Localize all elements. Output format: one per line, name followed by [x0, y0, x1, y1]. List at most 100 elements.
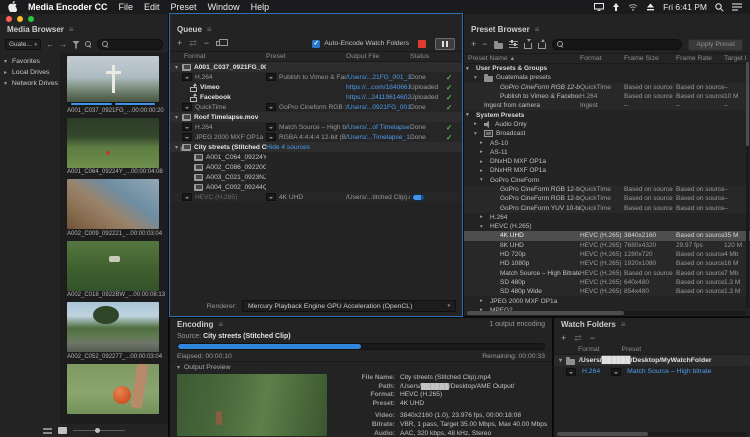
queue-row[interactable]: ▾ A001_C037_0921FG_001.mov	[170, 62, 462, 72]
preset-row[interactable]: SD 480p Wide HEVC (H.265) 854x480 Based …	[464, 287, 750, 296]
group-expand-chevron[interactable]: ▾	[466, 66, 473, 72]
preset-search-input[interactable]	[552, 39, 683, 50]
group-expand-chevron[interactable]: ▾	[474, 75, 481, 81]
menubar-menu[interactable]: File	[119, 2, 134, 12]
format-dropdown[interactable]	[182, 103, 192, 111]
preset-row[interactable]: ▾ Broadcast	[464, 129, 750, 138]
notification-center-icon[interactable]	[732, 3, 742, 11]
encoding-title-row[interactable]: Encoding ≡ 1 output encoding	[170, 318, 552, 331]
menubar-menu[interactable]: Help	[251, 2, 270, 12]
preset-row[interactable]: Ingest from camera Ingest – – –	[464, 101, 750, 110]
format-dropdown[interactable]	[182, 133, 192, 141]
media-search-input[interactable]	[97, 39, 163, 50]
preset-row[interactable]: ▸ DNxHD MXF OP1a	[464, 157, 750, 166]
column-target-rate[interactable]: Target Ra	[724, 55, 746, 62]
preset-dropdown[interactable]	[266, 73, 276, 81]
column-preset-name[interactable]: Preset Name ▲	[468, 55, 580, 62]
preset-row[interactable]: HD 1080p HEVC (H.265) 1920x1080 Based on…	[464, 259, 750, 268]
group-expand-chevron[interactable]: ▸	[480, 214, 487, 220]
panel-menu-icon[interactable]: ≡	[207, 25, 212, 34]
queue-row[interactable]: JPEG 2000 MXF OP1a RGBA 4:4:4:4 12-bit (…	[170, 132, 462, 142]
preset-row[interactable]: HD 720p HEVC (H.265) 1280x720 Based on s…	[464, 250, 750, 259]
queue-row[interactable]: A001_C064_09224Y_001	[170, 152, 462, 162]
menubar-menu[interactable]: Preset	[171, 2, 197, 12]
display-menu-icon[interactable]	[594, 3, 604, 11]
queue-row[interactable]: H.264 Publish to Vimeo & Face... /Users/…	[170, 72, 462, 82]
preset-row[interactable]: ▾ System Presets	[464, 110, 750, 119]
clip-preview-image[interactable]	[67, 118, 159, 168]
group-expand-chevron[interactable]: ▸	[474, 121, 481, 127]
hover-scrub-bar[interactable]	[67, 102, 159, 106]
preset-dropdown[interactable]	[611, 368, 621, 376]
preset-row[interactable]: Match Source – High Bitrate HEVC (H.265)…	[464, 269, 750, 278]
format-dropdown[interactable]	[182, 193, 192, 201]
group-expand-chevron[interactable]: ▾	[466, 112, 473, 118]
preset-dropdown[interactable]	[266, 193, 276, 201]
menubar-menu[interactable]: Window	[208, 2, 240, 12]
remove-button[interactable]: −	[204, 39, 209, 48]
preset-browser-title-row[interactable]: Preset Browser ≡	[464, 23, 750, 36]
import-preset-button[interactable]	[524, 43, 532, 49]
queue-row[interactable]: A003_C021_0923NJ_001	[170, 172, 462, 182]
tree-expand-chevron[interactable]: ▾	[4, 58, 9, 65]
collapse-chevron-icon[interactable]: ▾	[177, 364, 180, 371]
media-clip-thumbnail[interactable]: A002_C018_0922BW_... 00:00:08:13	[67, 241, 161, 299]
column-format[interactable]: Format	[172, 53, 266, 60]
search-type-dropdown-icon[interactable]	[85, 41, 92, 48]
column-preset[interactable]: Preset	[266, 53, 346, 60]
queue-row[interactable]: ▾ City streets (Stitched Clip) Hide 4 so…	[170, 142, 462, 152]
media-clip-thumbnail[interactable]: A001_C064_09224Y_... 00:00:04:08	[67, 118, 161, 176]
thumbnail-zoom-slider[interactable]	[73, 430, 125, 431]
clip-preview-image[interactable]	[67, 179, 159, 229]
clip-preview-image[interactable]	[67, 302, 159, 352]
preset-row[interactable]: 8K UHD HEVC (H.265) 7680x4320 29.97 fps …	[464, 241, 750, 250]
stop-queue-button[interactable]	[418, 40, 426, 48]
group-expand-chevron[interactable]: ▾	[474, 131, 481, 137]
output-file-link[interactable]: /Users/...21FG_001_1.mp4	[346, 74, 410, 81]
queue-title-row[interactable]: Queue ≡	[170, 23, 462, 36]
preset-row[interactable]: ▾ HEVC (H.265)	[464, 222, 750, 231]
back-button[interactable]: ←	[46, 41, 54, 49]
preset-row[interactable]: ▸ H.264	[464, 213, 750, 222]
delete-preset-button[interactable]: −	[482, 40, 487, 49]
add-watch-folder-button[interactable]: +	[561, 334, 566, 343]
preset-dropdown[interactable]	[266, 123, 276, 131]
add-output-button[interactable]: ⇄	[574, 334, 582, 343]
queue-row[interactable]: QuickTime GoPro Cineform RGB 12... /User…	[170, 102, 462, 112]
tree-expand-chevron[interactable]: ▸	[4, 69, 9, 76]
add-output-button[interactable]: ⇄	[189, 39, 197, 48]
column-preset[interactable]: Preset	[622, 346, 642, 353]
slider-knob[interactable]	[95, 428, 100, 433]
tree-expand-chevron[interactable]: ▾	[4, 80, 9, 87]
media-clip-thumbnail[interactable]: A001_C037_0921FG_... 00:00:00:20	[67, 56, 161, 114]
queue-row[interactable]: A004_C002_09244Q_001	[170, 182, 462, 192]
row-expand-chevron[interactable]: ▾	[559, 357, 562, 364]
clip-preview-image[interactable]	[67, 56, 159, 106]
media-clip-thumbnail[interactable]	[67, 364, 161, 416]
preset-row[interactable]: ▸ JPEG 2000 MXF OP1a	[464, 296, 750, 305]
vertical-scrollbar[interactable]	[746, 62, 749, 308]
media-browser-title-row[interactable]: Media Browser ≡	[0, 23, 168, 36]
new-preset-button[interactable]: +	[471, 40, 476, 49]
group-expand-chevron[interactable]: ▸	[480, 168, 487, 174]
preset-row[interactable]: ▸ AS-11	[464, 148, 750, 157]
queue-row[interactable]: Vimeo https://...com/184066142 Uploaded	[170, 82, 462, 92]
clip-preview-image[interactable]	[67, 364, 159, 414]
queue-row[interactable]: HEVC (H.265) 4K UHD /Users/...titched Cl…	[170, 192, 462, 202]
preset-row[interactable]: GoPro CineForm YUV 10-bit QuickTime Base…	[464, 203, 750, 212]
preset-row[interactable]: ▸ AS-10	[464, 138, 750, 147]
filter-icon[interactable]	[72, 41, 80, 49]
column-format[interactable]: Format	[578, 346, 600, 353]
queue-row[interactable]: Facebook https://...24119614602283 Uploa…	[170, 92, 462, 102]
preset-dropdown[interactable]	[266, 103, 276, 111]
column-status[interactable]: Status	[410, 53, 446, 60]
group-expand-chevron[interactable]: ▸	[480, 140, 487, 146]
new-group-button[interactable]	[494, 43, 503, 49]
zoom-window-button[interactable]	[28, 16, 34, 22]
column-frame-rate[interactable]: Frame Rate	[676, 55, 724, 62]
preset-row[interactable]: ▸ Audio Only	[464, 120, 750, 129]
output-file-link[interactable]: /Users/...0921FG_001.mov	[346, 104, 410, 111]
thumbnail-view-button[interactable]	[58, 427, 67, 434]
output-file-link[interactable]: https://...24119614602283	[346, 94, 410, 101]
add-source-button[interactable]: +	[177, 39, 182, 48]
